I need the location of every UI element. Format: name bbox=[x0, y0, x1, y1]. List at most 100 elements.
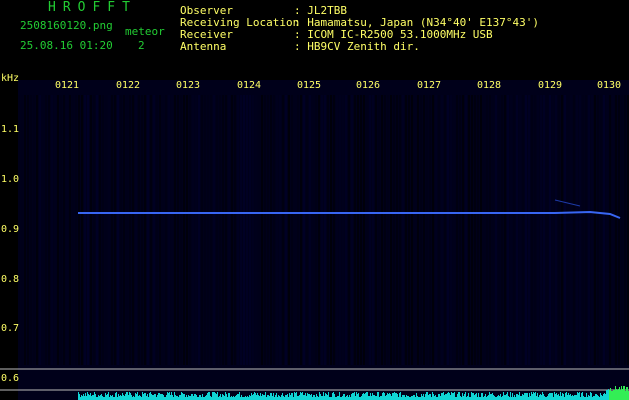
level-sample bbox=[442, 393, 443, 400]
level-sample bbox=[154, 394, 155, 400]
level-sample bbox=[609, 390, 610, 400]
noise-column bbox=[540, 95, 542, 365]
level-sample bbox=[614, 390, 615, 400]
level-sample bbox=[362, 394, 363, 400]
noise-column bbox=[351, 95, 353, 365]
level-sample bbox=[200, 395, 201, 400]
level-sample bbox=[498, 395, 499, 400]
noise-column bbox=[144, 95, 146, 365]
level-sample bbox=[446, 394, 447, 400]
noise-column bbox=[615, 95, 617, 365]
level-sample bbox=[159, 393, 160, 400]
noise-column bbox=[549, 95, 551, 365]
level-sample bbox=[605, 394, 606, 400]
level-sample bbox=[128, 395, 129, 400]
level-sample bbox=[212, 392, 213, 400]
noise-column bbox=[315, 95, 317, 365]
level-sample bbox=[491, 394, 492, 400]
time-tick: 0124 bbox=[237, 80, 262, 91]
level-sample bbox=[110, 395, 111, 400]
level-sample bbox=[368, 396, 369, 400]
level-sample bbox=[126, 392, 127, 400]
level-sample bbox=[490, 394, 491, 400]
noise-column bbox=[231, 95, 233, 365]
level-sample bbox=[89, 395, 90, 400]
level-sample bbox=[536, 396, 537, 400]
level-sample bbox=[226, 394, 227, 400]
noise-column bbox=[579, 95, 581, 365]
noise-column bbox=[42, 95, 44, 365]
freq-tick: 1.1 bbox=[1, 124, 20, 135]
level-sample bbox=[575, 395, 576, 400]
level-sample bbox=[443, 392, 444, 400]
level-sample bbox=[323, 392, 324, 400]
level-sample bbox=[259, 396, 260, 400]
noise-column bbox=[609, 95, 611, 365]
level-sample bbox=[391, 396, 392, 400]
level-sample bbox=[205, 396, 206, 400]
level-sample bbox=[316, 394, 317, 400]
level-sample bbox=[281, 395, 282, 400]
level-sample bbox=[621, 386, 622, 400]
level-sample bbox=[150, 392, 151, 400]
noise-column bbox=[519, 95, 521, 365]
level-sample bbox=[444, 395, 445, 400]
level-sample bbox=[460, 396, 461, 400]
noise-column bbox=[522, 95, 524, 365]
level-sample bbox=[582, 392, 583, 400]
level-sample bbox=[508, 396, 509, 400]
level-sample bbox=[571, 396, 572, 400]
level-sample bbox=[439, 394, 440, 400]
noise-column bbox=[159, 95, 161, 365]
noise-column bbox=[504, 95, 506, 365]
noise-column bbox=[300, 95, 302, 365]
noise-column bbox=[147, 95, 149, 365]
noise-column bbox=[378, 95, 380, 365]
level-sample bbox=[576, 395, 577, 400]
level-sample bbox=[146, 396, 147, 400]
level-sample bbox=[209, 392, 210, 400]
level-sample bbox=[100, 395, 101, 400]
noise-column bbox=[420, 95, 422, 365]
noise-column bbox=[603, 95, 605, 365]
freq-tick: 0.7 bbox=[1, 323, 20, 334]
noise-column bbox=[225, 95, 227, 365]
noise-column bbox=[489, 95, 491, 365]
level-sample bbox=[423, 394, 424, 400]
level-sample bbox=[127, 392, 128, 400]
level-sample bbox=[289, 393, 290, 400]
level-sample bbox=[422, 396, 423, 400]
level-sample bbox=[524, 393, 525, 400]
noise-column bbox=[480, 95, 482, 365]
level-sample bbox=[502, 396, 503, 400]
noise-column bbox=[81, 95, 83, 365]
noise-column bbox=[216, 95, 218, 365]
level-sample bbox=[563, 394, 564, 400]
level-sample bbox=[573, 396, 574, 400]
noise-column bbox=[228, 95, 230, 365]
level-sample bbox=[600, 393, 601, 400]
level-sample bbox=[302, 392, 303, 400]
level-sample bbox=[542, 392, 543, 400]
level-sample bbox=[162, 394, 163, 400]
level-sample bbox=[217, 392, 218, 400]
noise-column bbox=[261, 95, 263, 365]
level-sample bbox=[170, 395, 171, 400]
level-sample bbox=[172, 395, 173, 400]
antenna-value: : HB9CV Zenith dir. bbox=[294, 40, 420, 53]
level-sample bbox=[236, 395, 237, 400]
noise-column bbox=[438, 95, 440, 365]
level-sample bbox=[215, 393, 216, 400]
noise-column bbox=[54, 95, 56, 365]
level-sample bbox=[521, 396, 522, 400]
level-sample bbox=[579, 392, 580, 400]
level-sample bbox=[462, 393, 463, 400]
level-sample bbox=[525, 393, 526, 400]
level-sample bbox=[79, 394, 80, 400]
level-sample bbox=[140, 396, 141, 400]
noise-column bbox=[345, 95, 347, 365]
noise-column bbox=[363, 95, 365, 365]
level-sample bbox=[319, 392, 320, 400]
level-sample bbox=[269, 396, 270, 400]
noise-column bbox=[258, 95, 260, 365]
